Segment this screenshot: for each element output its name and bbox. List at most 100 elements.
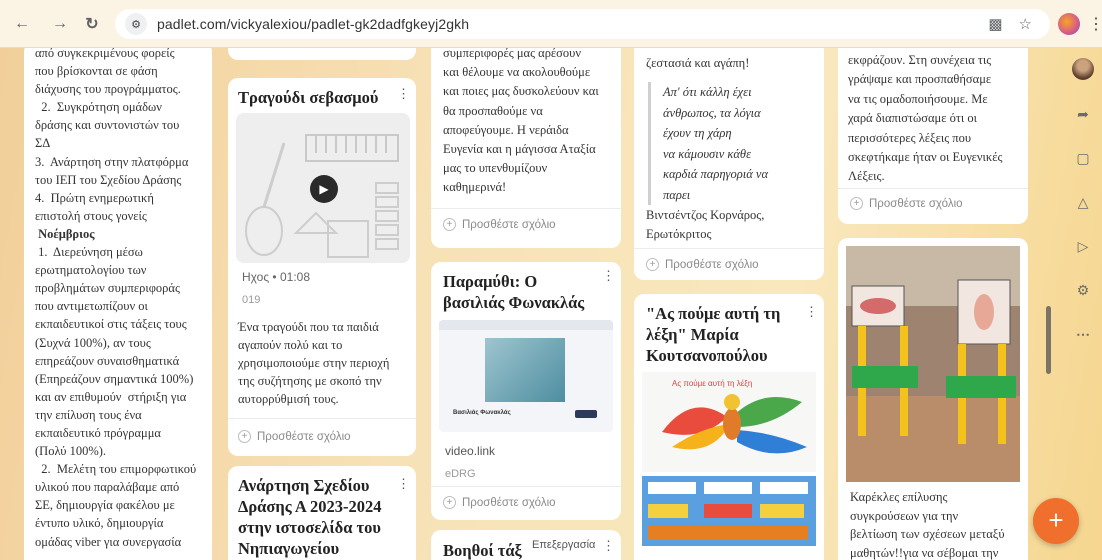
add-comment-label: Προσθέστε σχόλιο	[665, 258, 759, 271]
add-comment-label: Προσθέστε σχόλιο	[869, 197, 963, 210]
text-line: βελτίωση των σχέσεων μεταξύ	[850, 527, 1005, 541]
plus-icon: +	[443, 218, 456, 231]
post-card-chairs[interactable]: ⋮ Καρέκλες επίλυσηςσυγκρούσεων για τηνβε…	[838, 238, 1028, 560]
text-line: 3. Ανάρτηση στην πλατφόρμα	[35, 154, 189, 169]
post-menu-icon[interactable]: ⋮	[397, 476, 410, 492]
forward-arrow-icon[interactable]: →	[48, 12, 72, 36]
post-menu-icon[interactable]: ⋮	[805, 304, 818, 320]
notifications-bell-icon[interactable]: △	[1069, 188, 1097, 216]
post-card-stub[interactable]	[228, 48, 416, 60]
text-line: 2. Μελέτη του επιμορφωτικού	[35, 462, 197, 477]
url-text: padlet.com/vickyalexiou/padlet-gk2dadfgk…	[157, 16, 470, 32]
settings-gear-icon[interactable]: ⚙	[1069, 276, 1097, 304]
reload-icon[interactable]: ↻	[80, 12, 104, 36]
post-menu-icon[interactable]: ⋮	[397, 86, 410, 102]
board-scrollbar[interactable]	[1046, 306, 1051, 374]
text-line: γράψαμε και προσπαθήσαμε	[848, 72, 992, 87]
parrot-drawing: Ας πούμε αυτή τη λέξη	[642, 372, 816, 472]
plus-icon: +	[238, 430, 251, 443]
poem-author: Βιντσέντζος Κορνάρος,	[646, 208, 765, 222]
text-line: αποφεύγουμε. Η νεράιδα	[443, 122, 569, 137]
poem-work: Ερωτόκριτος	[646, 227, 712, 241]
more-options-icon[interactable]: ⋯	[1069, 320, 1097, 348]
post-card-poem[interactable]: ζεστασιά και αγάπη! Απ' ότι κάλλη έχει άν…	[634, 48, 824, 280]
post-image-words-board[interactable]	[642, 476, 816, 546]
text-line: εκφράζουν. Στη συνέχεια τις	[848, 53, 992, 67]
text-line: αυτορρύθμισή τους.	[238, 392, 339, 406]
text-line: συμπεριφορές μας αρέσουν	[443, 48, 582, 60]
post-body: από συγκεκριμένους φορείς που βρίσκονται …	[24, 48, 212, 551]
bookmark-star-icon[interactable]: ☆	[1019, 15, 1032, 33]
text-line: (Πολύ 100%).	[35, 444, 107, 459]
audio-player[interactable]: ▶	[236, 113, 410, 263]
text-line: μαθητών!!για να σέβομαι την	[850, 545, 999, 560]
text-line: ομάδας viber για συνεργασία	[35, 534, 182, 549]
add-comment-button[interactable]: + Προσθέστε σχόλιο	[238, 430, 351, 443]
audio-code: 019	[242, 294, 261, 306]
post-image-parrot[interactable]: Ας πούμε αυτή τη λέξη	[642, 372, 816, 472]
post-card-fairytale[interactable]: Παραμύθι: Ο βασιλιάς Φωνακλάς ⋮ Βασιλιάς…	[431, 262, 621, 520]
cast-icon[interactable]: ▩	[988, 15, 1002, 33]
link-domain[interactable]: video.link	[445, 444, 495, 458]
plus-icon: +	[443, 496, 456, 509]
site-settings-icon[interactable]: ⚙	[125, 13, 147, 35]
text-line: που αντιμετωπίζουν οι	[35, 299, 148, 314]
user-avatar[interactable]	[1072, 58, 1094, 80]
play-button[interactable]: ▶	[310, 175, 338, 203]
remake-icon[interactable]: ▢	[1069, 144, 1097, 172]
quote-lines: Απ' ότι κάλλη έχει άνθρωπος, τα λόγια έχου…	[663, 82, 768, 205]
profile-avatar[interactable]	[1058, 13, 1080, 35]
text-line: (Συχνά 100%), αν τους	[35, 335, 151, 350]
post-card-plan-text[interactable]: από συγκεκριμένους φορείς που βρίσκονται …	[24, 48, 212, 560]
add-comment-button[interactable]: + Προσθέστε σχόλιο	[646, 258, 759, 271]
post-card-action-plan[interactable]: Ανάρτηση Σχεδίου Δράσης Α 2023-2024 στην…	[228, 466, 416, 560]
text-line: και θέλουμε να ακολουθούμε	[443, 65, 591, 80]
link-code: eDRG	[445, 468, 476, 480]
padlet-sidebar: ➦ ▢ △ ▷ ⚙ ⋯	[1064, 58, 1102, 364]
post-card-kind-words[interactable]: εκφράζουν. Στη συνέχεια τις γράψαμε και π…	[838, 48, 1028, 224]
text-line: από συγκεκριμένους φορείς	[35, 48, 175, 60]
text-line: Νοέμβριος	[35, 226, 95, 241]
text-line: και αν επιθυμούν στήριξη για	[35, 389, 187, 404]
text-line: επηρεάζουν συναισθηματικά	[35, 353, 180, 368]
add-comment-button[interactable]: + Προσθέστε σχόλιο	[443, 218, 556, 231]
browser-menu-icon[interactable]: ⋮	[1088, 14, 1102, 34]
text-line: επιστολή στους γονείς	[35, 208, 147, 223]
text-line: διάχυσης του προγράμματος.	[35, 82, 181, 97]
add-comment-button[interactable]: + Προσθέστε σχόλιο	[443, 496, 556, 509]
add-comment-button[interactable]: + Προσθέστε σχόλιο	[850, 197, 963, 210]
text-line: περισσότερες λέξεις που	[848, 130, 972, 145]
post-body: Ένα τραγούδι που τα παιδιά αγαπούν πολύ κ…	[238, 318, 410, 408]
post-image-chairs[interactable]	[846, 246, 1020, 482]
video-preview[interactable]: Βασιλιάς Φωνακλάς	[439, 320, 613, 432]
add-comment-label: Προσθέστε σχόλιο	[462, 496, 556, 509]
post-title: Παραμύθι: Ο βασιλιάς Φωνακλάς	[443, 272, 585, 312]
text-line: προβλημάτων συμπεριφοράς	[35, 281, 180, 296]
add-post-button[interactable]: +	[1033, 498, 1079, 544]
post-menu-icon[interactable]: ⋮	[602, 268, 615, 284]
post-body: συμπεριφορές μας αρέσουν και θέλουμε να α…	[431, 48, 621, 198]
post-title: "Ας πούμε αυτή τη λέξη" Μαρία Κουτσανοπο…	[646, 304, 781, 365]
text-line: ερωτηματολογίου των	[35, 263, 147, 278]
edit-chip[interactable]: Επεξεργασία	[529, 538, 599, 552]
text-line: την επίλυση τους ένα	[35, 407, 142, 422]
padlet-board: από συγκεκριμένους φορείς που βρίσκονται …	[0, 48, 1102, 560]
chairs-photo	[846, 246, 1020, 482]
post-menu-icon[interactable]: ⋮	[602, 538, 615, 554]
text-line: χρησιμοποιούμε στην περιοχή	[238, 356, 390, 370]
share-icon[interactable]: ➦	[1069, 100, 1097, 128]
post-intro: ζεστασιά και αγάπη!	[646, 56, 750, 70]
text-line: που βρίσκονται σε φάση	[35, 64, 158, 79]
back-arrow-icon[interactable]: ←	[10, 12, 34, 36]
text-line: Ευγενία και η μάγισσα Αταξία	[443, 142, 596, 157]
text-line: έντυπο υλικό, δημιουργία	[35, 516, 164, 531]
post-card-say-this-word[interactable]: "Ας πούμε αυτή τη λέξη" Μαρία Κουτσανοπο…	[634, 294, 824, 560]
address-bar[interactable]: ⚙ padlet.com/vickyalexiou/padlet-gk2dadf…	[115, 9, 1050, 39]
video-preview-caption: Βασιλιάς Φωνακλάς	[453, 410, 511, 416]
post-card-class-helpers[interactable]: Βοηθοί τάξ Επεξεργασία ⋮	[431, 530, 621, 560]
post-title: Ανάρτηση Σχεδίου Δράσης Α 2023-2024 στην…	[238, 476, 382, 558]
post-card-song[interactable]: Τραγούδι σεβασμού ⋮ ▶ Ηχος • 01:08 019 Έ…	[228, 78, 416, 456]
slideshow-play-icon[interactable]: ▷	[1069, 232, 1097, 260]
post-card-behaviours[interactable]: συμπεριφορές μας αρέσουν και θέλουμε να α…	[431, 48, 621, 248]
text-line: Ένα τραγούδι που τα παιδιά	[238, 320, 379, 334]
